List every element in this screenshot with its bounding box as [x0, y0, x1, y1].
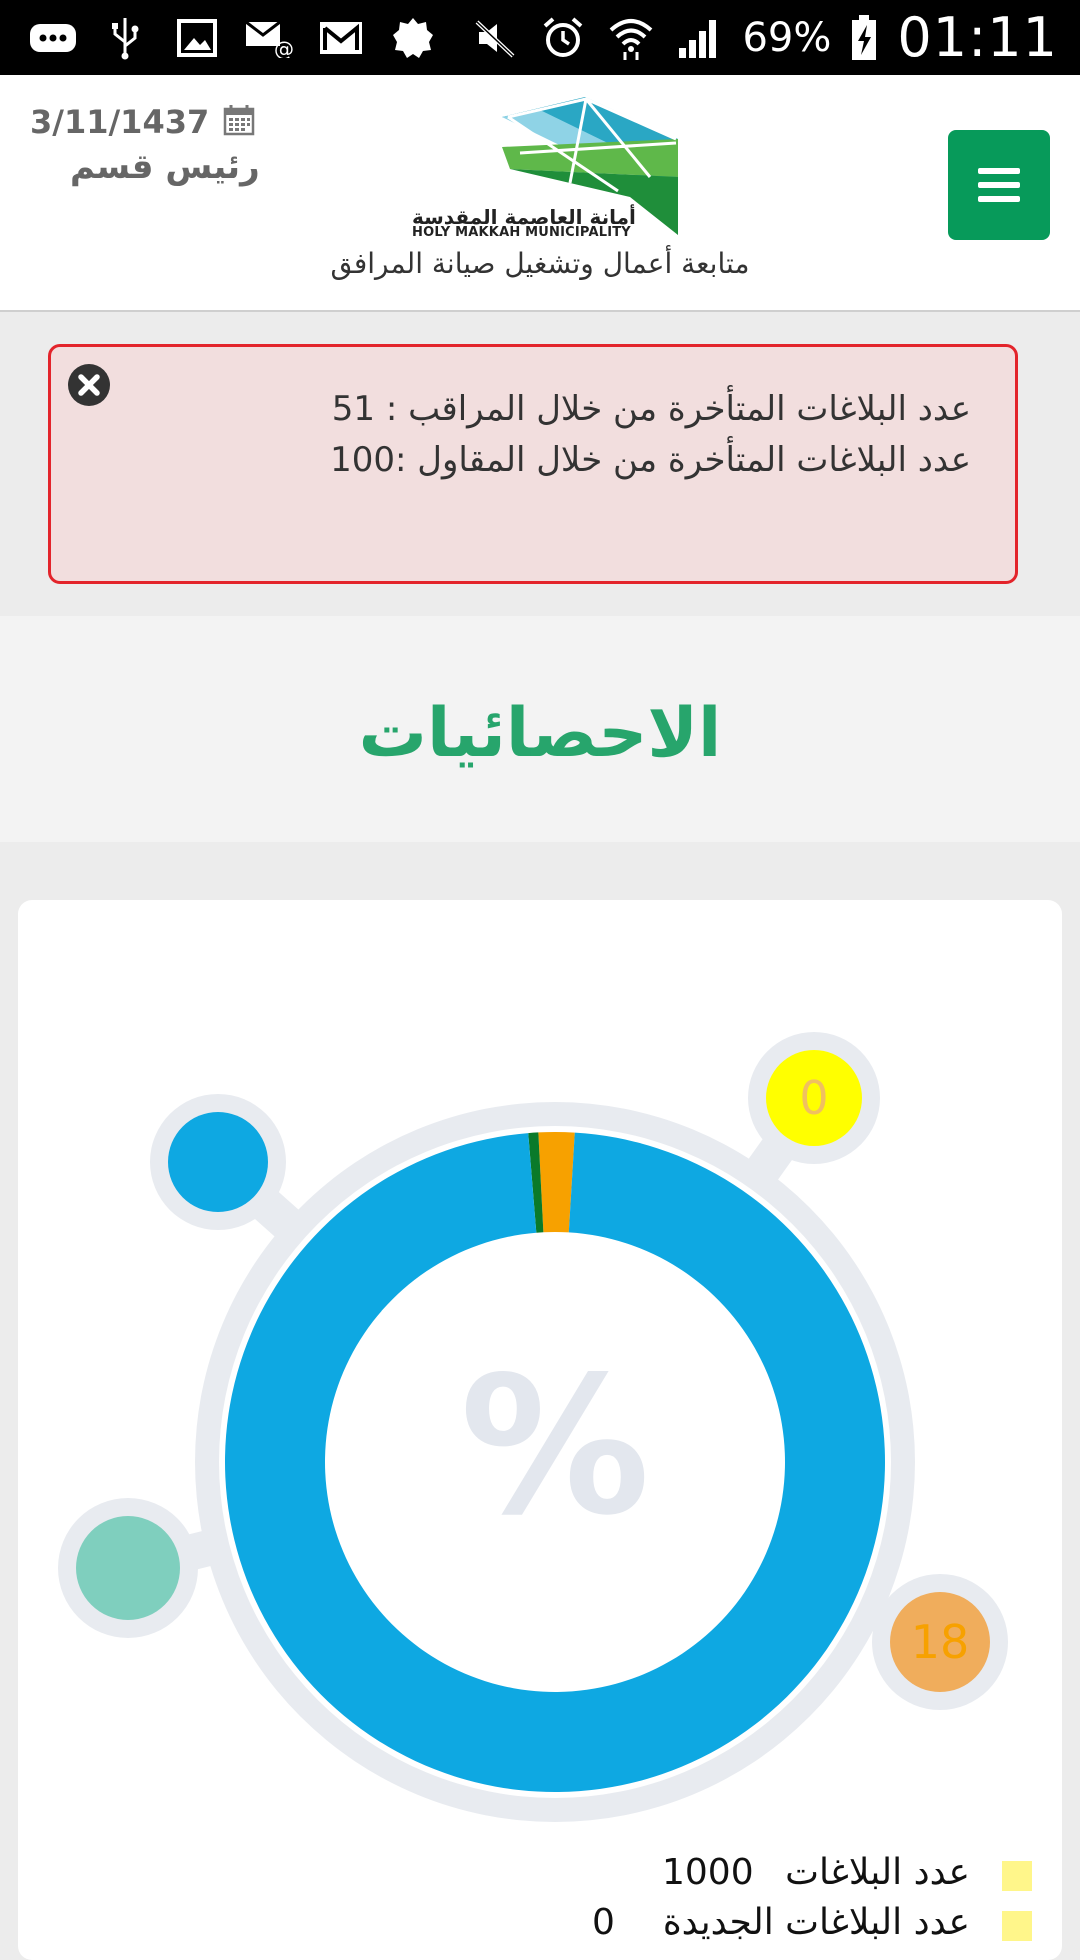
legend-item: عدد البلاغات الجديدة 0	[0, 1890, 1080, 1943]
stat-bubble[interactable]	[168, 1112, 268, 1212]
stat-bubble[interactable]	[76, 1516, 180, 1620]
stat-bubble-value: 18	[911, 1615, 970, 1669]
legend-swatch	[1002, 1911, 1032, 1941]
legend-swatch	[1002, 1861, 1032, 1891]
stat-bubble-value: 0	[799, 1071, 828, 1125]
legend-value: 0	[592, 1902, 615, 1943]
legend-label: عدد البلاغات	[785, 1852, 970, 1893]
center-percent-symbol: %	[460, 1336, 650, 1557]
legend-item: عدد البلاغات 1000	[0, 1840, 1080, 1893]
legend-label: عدد البلاغات الجديدة	[662, 1902, 970, 1943]
legend-value: 1000	[662, 1852, 754, 1893]
donut-slice[interactable]	[538, 1132, 575, 1233]
statistics-donut-chart: % 0 18	[58, 1032, 1008, 1822]
